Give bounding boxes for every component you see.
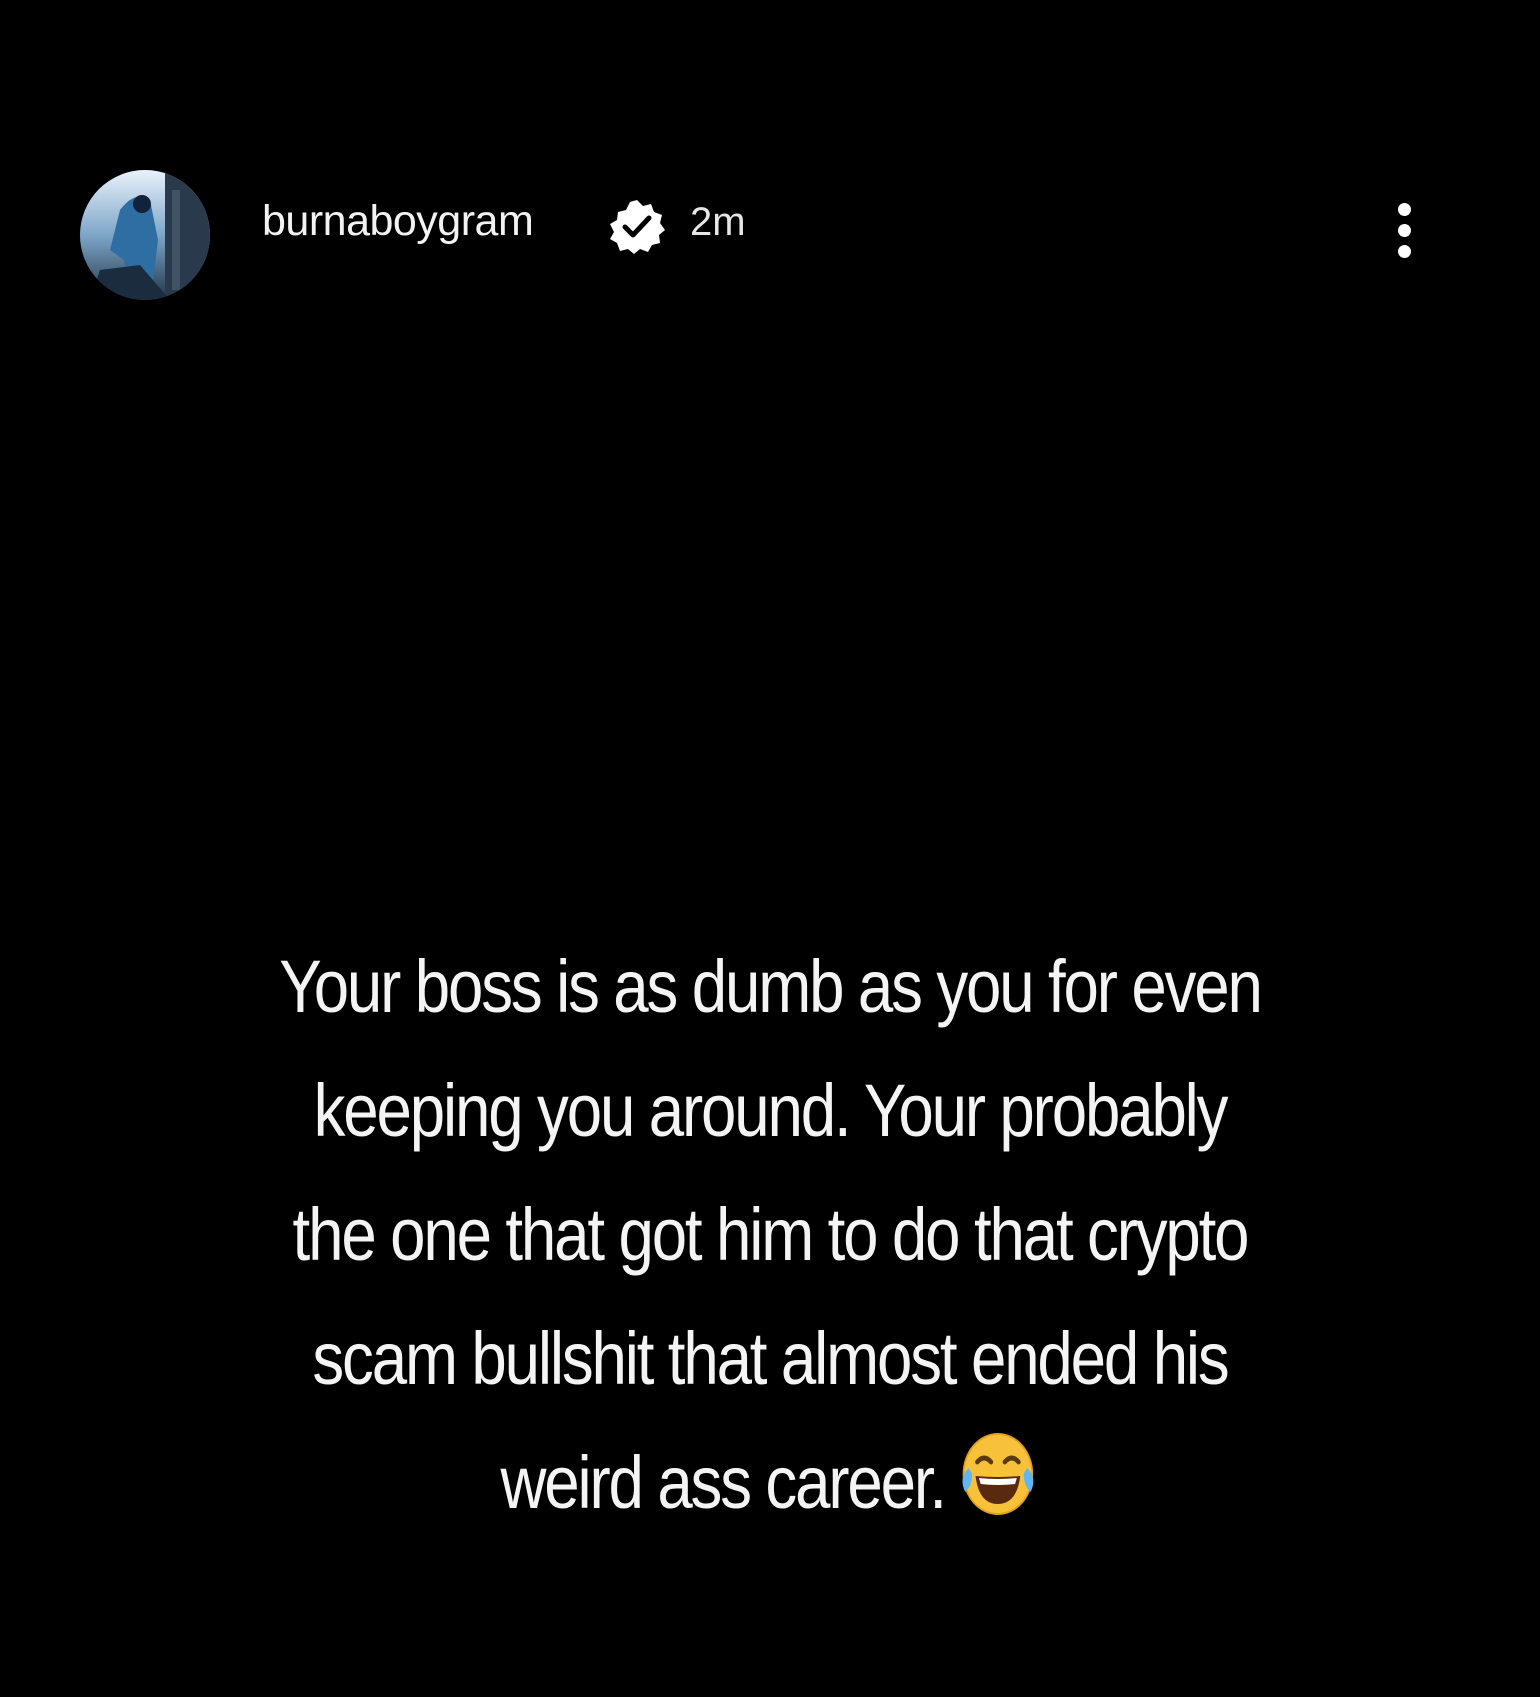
caption-line-1: Your boss is as dumb as you for even <box>279 945 1263 1028</box>
username[interactable]: burnaboygram <box>262 200 534 243</box>
caption-line-3: the one that got him to do that crypto <box>292 1193 1250 1276</box>
caption-line-5-text: weird ass career. <box>500 1441 947 1524</box>
more-options-icon[interactable] <box>1380 175 1430 285</box>
avatar[interactable] <box>80 170 210 300</box>
post-time: 2m <box>690 200 746 244</box>
story-header: burnaboygram 2m <box>80 170 1460 300</box>
caption-line-4: scam bullshit that almost ended his <box>312 1317 1229 1400</box>
caption-line-2: keeping you around. Your probably <box>313 1069 1229 1152</box>
avatar-image <box>80 170 210 300</box>
face-with-tears-of-joy-icon <box>957 1426 1040 1522</box>
caption-line-5: weird ass career. <box>159 1421 1380 1545</box>
verified-badge-icon <box>608 197 666 255</box>
story-view: burnaboygram 2m Your boss is as dumb as … <box>0 0 1540 1697</box>
story-caption: Your boss is as dumb as you for even kee… <box>159 925 1380 1545</box>
